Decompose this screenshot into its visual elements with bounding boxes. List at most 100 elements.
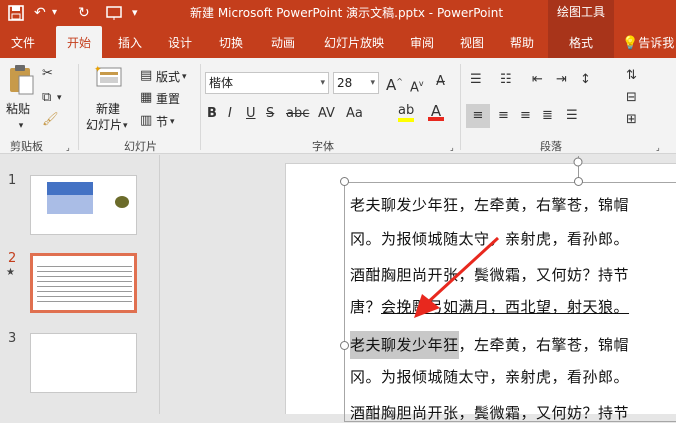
paste-dropdown-icon[interactable]: ▾ [6,118,36,134]
align-center-icon[interactable]: ≡ [498,108,509,124]
slide-text-line[interactable]: 冈。为报倾城随太守，亲射虎，看孙郎。 [350,366,629,387]
smartart-icon[interactable]: ⊞ [626,112,637,128]
justify-icon[interactable]: ≣ [542,108,553,124]
slide-thumbnail-3[interactable] [30,333,137,393]
drawing-tools-label: 绘图工具 [548,0,614,26]
layout-dropdown-icon[interactable]: ▾ [182,69,187,85]
section-icon[interactable]: ▥ [140,113,152,129]
slide-thumbnail-pane: 1 2 ★ 3 [0,155,160,414]
shadow-icon[interactable]: S [266,106,274,122]
align-text-icon[interactable]: ⊟ [626,90,637,106]
tab-transitions[interactable]: 切换 [208,26,254,58]
new-slide-icon[interactable]: ✦ [94,64,124,94]
copy-dropdown-icon[interactable]: ▾ [57,90,62,106]
resize-handle-nw[interactable] [340,177,349,186]
line-spacing-icon[interactable]: ↕ [580,72,591,88]
font-name-select[interactable]: 楷体 ▾ [205,72,329,94]
undo-icon[interactable]: ↶ [34,2,46,24]
slide-text-line[interactable]: 酒酣胸胆尚开张，鬓微霜，又何妨？持节 [350,402,629,423]
slide-thumbnail-2[interactable] [30,253,137,313]
copy-icon[interactable]: ⧉ [42,90,51,106]
italic-icon[interactable]: I [228,106,232,122]
slide-text-line[interactable]: 老夫聊发少年狂，左牵黄，右擎苍，锦帽 [350,194,629,215]
reset-label[interactable]: 重置 [156,90,180,107]
tab-file[interactable]: 文件 [0,26,46,58]
tab-insert[interactable]: 插入 [108,26,152,58]
highlight-icon[interactable]: ab [398,103,414,122]
new-slide-label-2[interactable]: 幻灯片 [86,116,122,133]
redo-icon[interactable]: ↻ [78,2,90,24]
format-painter-icon[interactable]: 🖌 [42,112,59,128]
selected-text: 老夫聊发少年狂 [350,331,459,359]
chevron-down-icon: ▾ [370,78,375,88]
section-label[interactable]: 节 [156,113,168,130]
svg-text:✦: ✦ [94,65,102,75]
layout-icon[interactable]: ▤ [140,68,152,84]
customize-toolbar-icon[interactable]: ▾ [132,2,138,24]
clear-formatting-icon[interactable]: A̶ [436,74,445,90]
font-color-icon[interactable]: A [428,103,444,121]
tab-help[interactable]: 帮助 [500,26,544,58]
tell-me-label: 告诉我 [638,36,675,50]
title-bar: ↶ ▾ ↻ ▾ 新建 Microsoft PowerPoint 演示文稿.ppt… [0,0,676,26]
lightbulb-icon: 💡 [622,36,639,51]
new-slide-dropdown-icon[interactable]: ▾ [123,118,128,134]
tab-home[interactable]: 开始 [56,26,102,58]
resize-handle-n[interactable] [574,177,583,186]
font-size-select[interactable]: 28 ▾ [333,72,379,94]
star-icon: ★ [6,267,15,278]
tab-view[interactable]: 视图 [450,26,494,58]
new-slide-label-1[interactable]: 新建 [96,100,120,117]
resize-handle-w[interactable] [340,341,349,350]
group-paragraph-label: 段落 [540,140,562,153]
text-direction-icon[interactable]: ⇅ [626,68,637,84]
reset-icon[interactable]: ▦ [140,90,152,106]
change-case-icon[interactable]: Aa [346,106,363,122]
increase-font-icon[interactable]: A^ [386,74,403,93]
decrease-font-icon[interactable]: Av [410,76,424,96]
start-from-beginning-icon[interactable] [106,2,122,28]
rotate-handle-icon[interactable] [573,152,583,167]
decrease-indent-icon[interactable]: ⇤ [532,72,543,88]
tab-design[interactable]: 设计 [158,26,202,58]
ribbon-tabs: 文件 开始 插入 设计 切换 动画 幻灯片放映 审阅 视图 帮助 格式 💡告诉我 [0,26,676,58]
font-name-value: 楷体 [209,76,234,90]
paste-button-label[interactable]: 粘贴 [6,100,30,117]
tab-format[interactable]: 格式 [548,26,614,58]
save-icon[interactable] [8,2,24,28]
thumbnail-picture [115,196,129,208]
group-slides-label: 幻灯片 [124,140,157,153]
slide-number: 2 [8,251,17,266]
group-font-label: 字体 [312,140,334,153]
slide-number: 1 [8,173,17,188]
tab-animations[interactable]: 动画 [260,26,306,58]
paste-icon[interactable] [8,64,34,100]
paragraph-launcher-icon[interactable]: ⌟ [656,140,660,156]
font-size-value: 28 [337,76,353,90]
layout-label[interactable]: 版式 [156,68,180,85]
numbering-icon[interactable]: ☷ [500,72,512,88]
slide-thumbnail-1[interactable] [30,175,137,235]
align-right-icon[interactable]: ≡ [520,108,531,124]
font-launcher-icon[interactable]: ⌟ [450,140,454,156]
char-spacing-icon[interactable]: AV [318,106,335,122]
ribbon: 粘贴 ▾ ✂ ⧉ ▾ 🖌 剪贴板 ⌟ ✦ 新建 幻灯片 ▾ ▤ 版式 ▾ ▦ 重… [0,58,676,154]
annotation-arrow-icon [414,236,500,318]
undo-dropdown-icon[interactable]: ▾ [52,2,57,24]
cut-icon[interactable]: ✂ [42,66,53,82]
section-dropdown-icon[interactable]: ▾ [170,114,175,130]
clipboard-launcher-icon[interactable]: ⌟ [66,140,70,156]
tab-review[interactable]: 审阅 [400,26,444,58]
distributed-icon[interactable]: ☰ [566,108,578,124]
underline-icon[interactable]: U [246,106,256,122]
increase-indent-icon[interactable]: ⇥ [556,72,567,88]
tell-me-box[interactable]: 💡告诉我 [622,26,676,58]
align-left-icon[interactable]: ≡ [466,104,490,128]
text-run: ，左牵黄，右擎苍，锦帽 [458,336,630,354]
slide-text-line[interactable]: 老夫聊发少年狂，左牵黄，右擎苍，锦帽 [350,331,630,359]
bold-icon[interactable]: B [207,106,217,122]
strikethrough-icon[interactable]: abc [286,106,309,122]
tab-slideshow[interactable]: 幻灯片放映 [314,26,394,58]
group-clipboard-label: 剪贴板 [10,140,43,153]
bullets-icon[interactable]: ☰ [470,72,482,88]
